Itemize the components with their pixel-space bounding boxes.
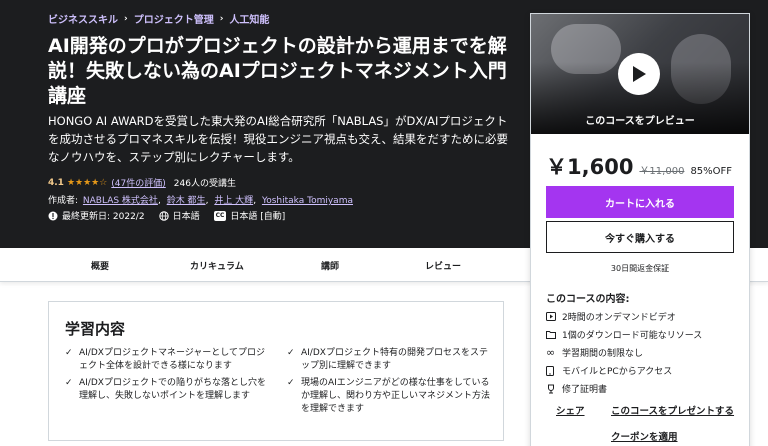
apply-coupon-link[interactable]: クーポンを適用 <box>611 429 678 443</box>
breadcrumb-item-project-management[interactable]: プロジェクト管理 <box>134 11 214 26</box>
tab-curriculum[interactable]: カリキュラム <box>190 259 244 272</box>
course-captions: CC 日本語 [自動] <box>213 209 286 222</box>
last-updated: 最終更新日: 2022/2 <box>48 209 145 222</box>
instructor-link[interactable]: NABLAS 株式会社 <box>83 196 158 206</box>
breadcrumb-item-business-skills[interactable]: ビジネススキル <box>48 11 118 26</box>
check-icon: ✓ <box>65 348 73 358</box>
current-price: ￥1,600 <box>546 155 634 179</box>
include-item-mobile: モバイルとPCからアクセス <box>546 364 672 377</box>
alert-badge-icon <box>48 211 58 220</box>
buy-now-button[interactable]: 今すぐ購入する <box>546 221 734 253</box>
instructor-link[interactable]: 井上 大輝 <box>214 196 253 206</box>
globe-icon <box>158 210 169 221</box>
play-icon <box>633 66 646 82</box>
learn-item-text: AI/DXプロジェクト特有の開発プロセスをステップ別に理解できます <box>301 348 488 371</box>
include-text: 学習期間の制限なし <box>562 349 644 359</box>
check-icon: ✓ <box>287 378 295 388</box>
learn-title: 学習内容 <box>65 320 126 338</box>
learn-item: ✓ AI/DXプロジェクト特有の開発プロセスをステップ別に理解できます <box>287 347 491 373</box>
include-text: 修了証明書 <box>562 385 608 395</box>
include-text: 1個のダウンロード可能なリソース <box>562 331 703 341</box>
learn-item-text: AI/DXプロジェクトでの陥りがちな落とし穴を理解し、失敗しないポイントを理解し… <box>79 378 266 401</box>
breadcrumb: ビジネススキル › プロジェクト管理 › 人工知能 <box>48 11 269 27</box>
add-to-cart-button[interactable]: カートに入れる <box>546 186 734 218</box>
chevron-right-icon: › <box>219 13 224 24</box>
student-count: 246人の受講生 <box>173 179 236 189</box>
learn-item-text: 現場のAIエンジニアがどの様な仕事をしているか理解し、関わり方や正しいマネジメン… <box>301 378 491 414</box>
breadcrumb-item-ai[interactable]: 人工知能 <box>229 11 269 26</box>
closed-captions-icon: CC <box>213 210 227 221</box>
check-icon: ✓ <box>287 348 295 358</box>
check-icon: ✓ <box>65 378 73 388</box>
learn-item: ✓ 現場のAIエンジニアがどの様な仕事をしているか理解し、関わり方や正しいマネジ… <box>287 377 491 416</box>
include-item-resource: 1個のダウンロード可能なリソース <box>546 328 702 341</box>
tab-reviews[interactable]: レビュー <box>425 259 461 272</box>
include-text: モバイルとPCからアクセス <box>562 367 673 377</box>
gift-course-link[interactable]: このコースをプレゼントする <box>611 403 734 417</box>
course-language: 日本語 <box>158 209 200 222</box>
author-row: 作成者: NABLAS 株式会社, 鈴木 都生, 井上 大輝, Yoshitak… <box>48 196 353 206</box>
original-price: ￥11,000 <box>639 166 685 177</box>
includes-title: このコースの内容: <box>546 294 630 305</box>
discount-badge: 85%OFF <box>690 166 733 177</box>
meta-row: 最終更新日: 2022/2 日本語 CC 日本語 [自動] <box>48 209 299 222</box>
course-subtitle: HONGO AI AWARDを受賞した東大発のAI総合研究所「NABLAS」がD… <box>48 114 508 164</box>
rating-count-link[interactable]: (47件の評価) <box>111 176 165 189</box>
include-text: 2時間のオンデマンドビデオ <box>562 313 676 323</box>
captions-text: 日本語 [自動] <box>230 212 286 222</box>
share-link[interactable]: シェア <box>556 403 585 417</box>
money-back-guarantee: 30日間返金保証 <box>610 264 670 273</box>
include-item-lifetime: ∞ 学習期間の制限なし <box>546 346 643 359</box>
course-title: AI開発のプロがプロジェクトの設計から運用までを解説！失敗しない為のAIプロジェ… <box>48 35 507 107</box>
file-icon <box>546 330 562 339</box>
purchase-sidebar: このコースをプレビュー ￥1,600 ￥11,000 85%OFF カートに入れ… <box>530 13 750 446</box>
rating-row: 4.1 ★★★★☆ (47件の評価) 246人の受講生 <box>48 176 236 190</box>
preview-label: このコースをプレビュー <box>585 116 695 127</box>
mobile-icon <box>546 365 562 376</box>
trophy-icon <box>546 384 562 394</box>
price-row: ￥1,600 ￥11,000 85%OFF <box>546 151 732 181</box>
video-icon <box>546 312 562 321</box>
star-rating-icon: ★★★★☆ <box>66 177 108 188</box>
tab-overview[interactable]: 概要 <box>91 259 109 272</box>
learn-item: ✓ AI/DXプロジェクトでの陥りがちな落とし穴を理解し、失敗しないポイントを理… <box>65 377 269 403</box>
rating-value: 4.1 <box>48 177 64 188</box>
play-button[interactable] <box>618 53 660 95</box>
chevron-right-icon: › <box>124 13 128 24</box>
author-label: 作成者: <box>48 196 79 206</box>
last-updated-text: 最終更新日: 2022/2 <box>62 212 145 222</box>
learn-item: ✓ AI/DXプロジェクトマネージャーとしてプロジェクト全体を設計できる様になり… <box>65 347 269 373</box>
include-item-video: 2時間のオンデマンドビデオ <box>546 310 676 323</box>
infinity-icon: ∞ <box>546 346 556 359</box>
language-text: 日本語 <box>172 212 200 222</box>
instructor-link[interactable]: 鈴木 都生 <box>167 196 206 206</box>
learn-item-text: AI/DXプロジェクトマネージャーとしてプロジェクト全体を設計できる様になります <box>79 348 266 371</box>
instructor-link[interactable]: Yoshitaka Tomiyama <box>262 196 353 206</box>
include-item-certificate: 修了証明書 <box>546 382 607 395</box>
course-preview[interactable]: このコースをプレビュー <box>531 14 749 134</box>
tab-instructors[interactable]: 講師 <box>321 259 339 272</box>
what-you-will-learn: 学習内容 ✓ AI/DXプロジェクトマネージャーとしてプロジェクト全体を設計でき… <box>48 301 504 441</box>
